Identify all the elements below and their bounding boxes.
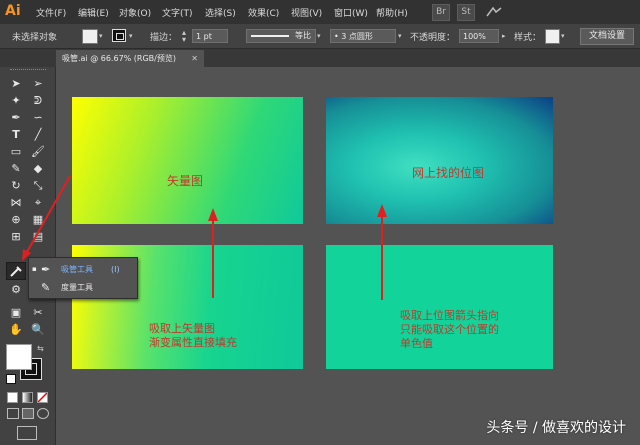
arrow-up-vector	[208, 208, 218, 298]
arrow-up-bitmap	[377, 204, 387, 300]
active-indicator-icon: ▪	[32, 265, 37, 273]
annotation-arrows	[22, 175, 387, 300]
arrow-to-eyedropper	[22, 175, 71, 261]
measure-tool-item[interactable]: ✎ 度量工具	[29, 279, 137, 296]
watermark: 头条号 / 做喜欢的设计	[486, 420, 626, 436]
eyedropper-shortcut: (I)	[111, 265, 120, 274]
eyedropper-icon: ✒	[41, 263, 51, 276]
measure-icon: ✎	[41, 281, 51, 294]
eyedropper-flyout: ▪ ✒ 吸管工具 (I) ✎ 度量工具	[28, 257, 138, 299]
fill-color-box[interactable]	[6, 344, 32, 370]
eyedropper-tool-item[interactable]: ▪ ✒ 吸管工具 (I)	[29, 261, 137, 278]
eyedropper-tool-label: 吸管工具	[61, 265, 93, 274]
measure-tool-label: 度量工具	[61, 283, 93, 292]
